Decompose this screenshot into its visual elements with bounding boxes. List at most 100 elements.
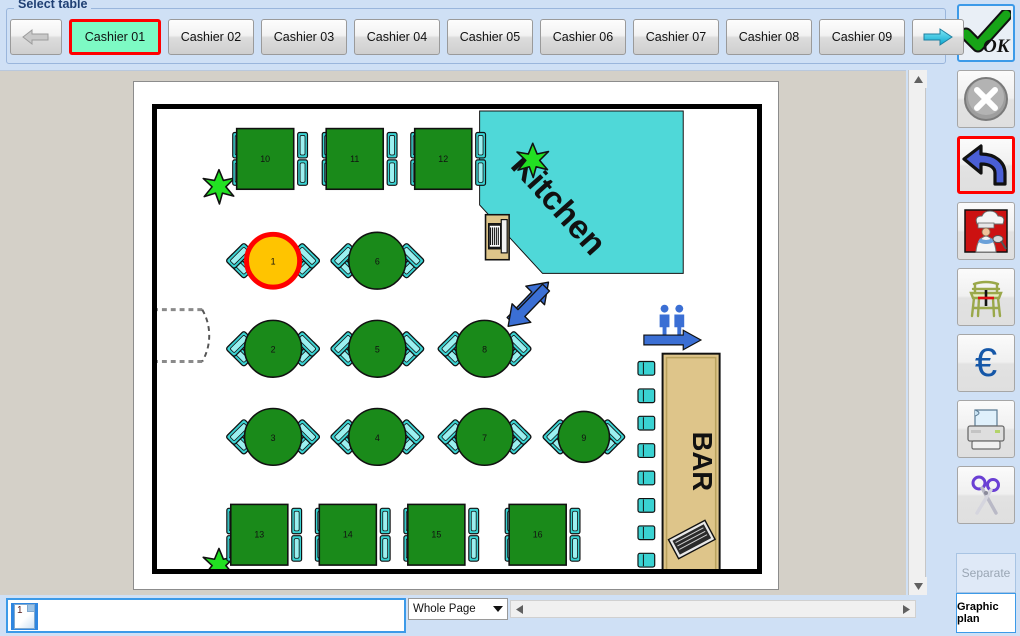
caret-right-icon bbox=[903, 604, 910, 614]
scissors-icon bbox=[971, 475, 1000, 515]
table-number: 1 bbox=[271, 257, 276, 267]
table-number: 8 bbox=[482, 345, 487, 355]
tab-label: Cashier 05 bbox=[459, 30, 521, 44]
table-number: 11 bbox=[350, 154, 359, 164]
scroll-up-button[interactable] bbox=[909, 70, 927, 88]
euro-sign-icon: € bbox=[975, 341, 997, 385]
scroll-left-button[interactable] bbox=[511, 601, 528, 617]
tab-cashier-01[interactable]: Cashier 01 bbox=[69, 19, 161, 55]
right-toolbar: OK € Separate Graphic plan bbox=[952, 0, 1020, 636]
kitchen-chef-button[interactable] bbox=[957, 202, 1015, 260]
graphic-plan-button[interactable]: Graphic plan bbox=[956, 593, 1016, 633]
caret-left-icon bbox=[516, 604, 523, 614]
table-number: 13 bbox=[254, 530, 264, 540]
ok-button[interactable]: OK bbox=[957, 4, 1015, 62]
graphic-plan-label: Graphic plan bbox=[957, 601, 999, 625]
tab-label: Cashier 08 bbox=[738, 30, 800, 44]
page-sheet-icon: 1 bbox=[14, 604, 35, 629]
page-corner-fold bbox=[27, 605, 34, 612]
caret-down-icon bbox=[913, 582, 923, 590]
cut-button[interactable] bbox=[957, 466, 1015, 524]
add-table-button[interactable] bbox=[957, 268, 1015, 326]
page-thumbnail-strip[interactable]: 1 bbox=[6, 598, 406, 633]
table-number: 3 bbox=[271, 433, 276, 443]
table-4[interactable]: 4 bbox=[329, 407, 426, 467]
tab-cashier-05[interactable]: Cashier 05 bbox=[447, 19, 533, 55]
table-5[interactable]: 5 bbox=[329, 319, 426, 378]
chair-plus-icon bbox=[969, 280, 1003, 318]
canvas-horizontal-scrollbar[interactable] bbox=[510, 600, 916, 618]
undo-button[interactable] bbox=[957, 136, 1015, 194]
tab-label: Cashier 01 bbox=[84, 30, 146, 44]
tab-label: Cashier 07 bbox=[645, 30, 707, 44]
table-number: 5 bbox=[375, 345, 380, 355]
pos-terminal-icon bbox=[484, 213, 510, 261]
prev-page-button[interactable] bbox=[10, 19, 62, 55]
table-12[interactable]: 12 bbox=[410, 127, 487, 191]
tab-label: Cashier 03 bbox=[273, 30, 335, 44]
tab-cashier-06[interactable]: Cashier 06 bbox=[540, 19, 626, 55]
print-button[interactable] bbox=[957, 400, 1015, 458]
printer-icon bbox=[967, 409, 1005, 450]
bar-label: BAR bbox=[687, 432, 718, 492]
bar-stools bbox=[637, 360, 656, 568]
kitchen-traffic-arrows bbox=[506, 281, 551, 327]
tab-label: Cashier 04 bbox=[366, 30, 428, 44]
plant-icon bbox=[202, 168, 236, 205]
table-9[interactable]: 9 bbox=[541, 410, 627, 464]
floor-plan-drawing[interactable]: Kitchen BAR 10 11 12 1 6 2 5 8 3 4 7 9 1… bbox=[157, 109, 757, 569]
next-page-button[interactable] bbox=[912, 19, 964, 55]
page-title: Select table bbox=[14, 0, 92, 11]
canvas-vertical-scrollbar[interactable] bbox=[908, 70, 927, 595]
green-check-ok-icon: OK bbox=[961, 10, 1011, 56]
tab-cashier-02[interactable]: Cashier 02 bbox=[168, 19, 254, 55]
tab-cashier-03[interactable]: Cashier 03 bbox=[261, 19, 347, 55]
table-number: 10 bbox=[260, 154, 270, 164]
table-number: 2 bbox=[271, 345, 276, 355]
cancel-button[interactable] bbox=[957, 70, 1015, 128]
table-10[interactable]: 10 bbox=[232, 127, 309, 191]
arrow-left-icon bbox=[22, 28, 49, 46]
table-1[interactable]: 1 bbox=[225, 231, 321, 290]
blue-undo-arrow-icon bbox=[962, 144, 1007, 186]
payment-button[interactable]: € bbox=[957, 334, 1015, 392]
tab-cashier-09[interactable]: Cashier 09 bbox=[819, 19, 905, 55]
table-3[interactable]: 3 bbox=[225, 407, 321, 467]
tab-label: Cashier 06 bbox=[552, 30, 614, 44]
table-selection-window: Select table Cashier 01 Cashier 02 Cashi… bbox=[0, 0, 1020, 636]
table-6[interactable]: 6 bbox=[329, 231, 426, 290]
table-number: 14 bbox=[343, 530, 353, 540]
table-16[interactable]: 16 bbox=[504, 503, 581, 566]
table-13[interactable]: 13 bbox=[226, 503, 303, 566]
page-thumbnail-1[interactable]: 1 bbox=[11, 603, 38, 630]
svg-text:OK: OK bbox=[983, 36, 1011, 56]
page-number: 1 bbox=[17, 605, 23, 616]
chef-cook-icon bbox=[964, 209, 1008, 253]
plan-page: Kitchen BAR 10 11 12 1 6 2 5 8 3 4 7 9 1… bbox=[133, 81, 779, 590]
separate-button[interactable]: Separate bbox=[956, 553, 1016, 593]
table-14[interactable]: 14 bbox=[314, 503, 391, 566]
table-number: 4 bbox=[375, 433, 380, 443]
restroom-direction-sign bbox=[643, 304, 703, 351]
zoom-level-select[interactable]: Whole Page bbox=[408, 598, 508, 620]
table-number: 15 bbox=[431, 530, 441, 540]
zoom-level-value: Whole Page bbox=[413, 603, 476, 615]
tab-cashier-08[interactable]: Cashier 08 bbox=[726, 19, 812, 55]
scroll-down-button[interactable] bbox=[909, 577, 927, 595]
tab-cashier-04[interactable]: Cashier 04 bbox=[354, 19, 440, 55]
table-11[interactable]: 11 bbox=[321, 127, 398, 191]
table-2[interactable]: 2 bbox=[225, 319, 321, 378]
scroll-right-button[interactable] bbox=[898, 601, 915, 617]
table-7[interactable]: 7 bbox=[436, 407, 533, 467]
tab-cashier-07[interactable]: Cashier 07 bbox=[633, 19, 719, 55]
table-8[interactable]: 8 bbox=[436, 319, 533, 378]
table-number: 9 bbox=[581, 433, 586, 443]
floor-plan-canvas[interactable]: Kitchen BAR 10 11 12 1 6 2 5 8 3 4 7 9 1… bbox=[0, 70, 906, 595]
caret-up-icon bbox=[913, 75, 923, 83]
entrance-door bbox=[157, 308, 211, 363]
table-15[interactable]: 15 bbox=[403, 503, 480, 566]
separate-label: Separate bbox=[961, 566, 1011, 580]
restaurant-walls: Kitchen BAR 10 11 12 1 6 2 5 8 3 4 7 9 1… bbox=[152, 104, 762, 574]
bar-area[interactable]: BAR bbox=[661, 352, 721, 569]
svg-text:€: € bbox=[975, 341, 997, 385]
